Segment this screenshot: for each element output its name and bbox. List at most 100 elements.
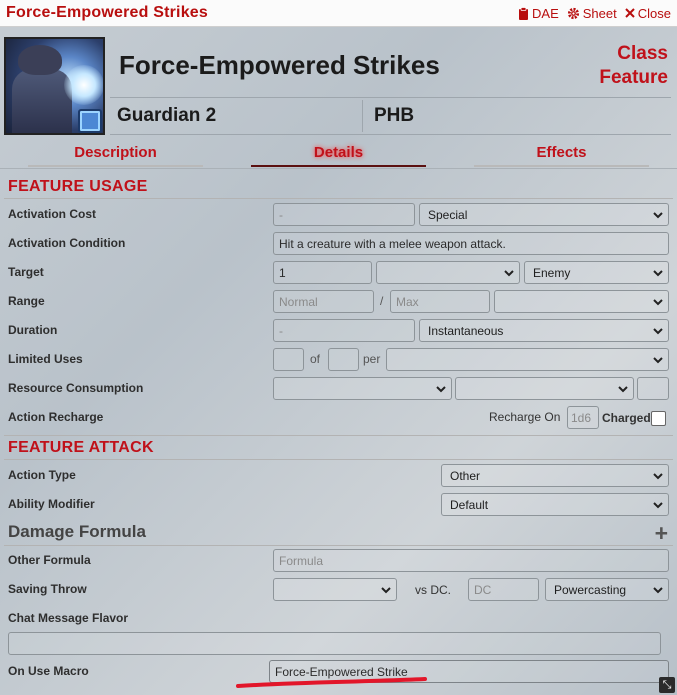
tab-details[interactable]: Details (251, 143, 426, 167)
dae-label: DAE (532, 5, 559, 21)
uses-per-text: per (363, 352, 381, 366)
ability-modifier-select[interactable]: Default (441, 493, 669, 516)
duration-value-input[interactable]: - (273, 319, 415, 342)
tab-description[interactable]: Description (28, 143, 203, 167)
duration-units-value: Instantaneous (428, 324, 504, 338)
consume-target-select[interactable] (455, 377, 634, 400)
charged-checkbox[interactable] (651, 411, 666, 426)
activation-cost-label: Activation Cost (8, 207, 97, 221)
duration-label: Duration (8, 323, 58, 337)
save-dc-input[interactable]: DC (468, 578, 539, 601)
other-formula-row: Other Formula Formula (8, 549, 670, 573)
other-formula-input[interactable]: Formula (273, 549, 669, 572)
action-type-select[interactable]: Other (441, 464, 669, 487)
item-type-line1: Class (617, 43, 668, 64)
chevron-down-icon (618, 386, 628, 393)
ability-modifier-label: Ability Modifier (8, 497, 95, 511)
chevron-down-icon (381, 587, 391, 594)
window-title: Force-Empowered Strikes (6, 4, 208, 21)
target-type-value: Enemy (533, 266, 571, 280)
uses-max-input[interactable] (328, 348, 359, 371)
sheet-tabs: Description Details Effects (0, 143, 677, 169)
chevron-down-icon (653, 299, 663, 306)
duration-row: Duration - Instantaneous (8, 319, 670, 343)
saving-throw-label: Saving Throw (8, 582, 87, 596)
tab-effects[interactable]: Effects (474, 143, 649, 167)
section-divider (4, 545, 673, 546)
uses-value-input[interactable] (273, 348, 304, 371)
range-label: Range (8, 294, 45, 308)
portrait-force-glow (64, 65, 103, 105)
tab-details-label: Details (313, 144, 364, 161)
range-separator: / (380, 294, 384, 308)
duration-units-select[interactable]: Instantaneous (419, 319, 669, 342)
range-row: Range Normal / Max (8, 290, 670, 314)
recharge-on-text: Recharge On (489, 410, 561, 424)
range-normal-input[interactable]: Normal (273, 290, 374, 313)
chevron-down-icon (653, 328, 663, 335)
gear-icon (567, 7, 579, 19)
divider (362, 100, 363, 132)
portrait-figure-hat (18, 45, 62, 75)
on-use-macro-input[interactable]: Force-Empowered Strike (269, 660, 669, 683)
window-header: Force-Empowered Strikes DAE Sheet Close (0, 0, 677, 27)
range-units-select[interactable] (494, 290, 669, 313)
activation-type-select[interactable]: Special (419, 203, 669, 226)
consume-type-select[interactable] (273, 377, 452, 400)
section-divider (4, 459, 673, 460)
dae-button[interactable]: DAE (518, 6, 559, 21)
range-max-input[interactable]: Max (390, 290, 490, 313)
action-type-row: Action Type Other (8, 464, 670, 488)
close-icon (625, 8, 635, 18)
requirements-field[interactable]: Guardian 2 (110, 105, 358, 127)
chevron-down-icon (653, 357, 663, 364)
source-field[interactable]: PHB (367, 105, 414, 127)
action-type-value: Other (450, 469, 481, 483)
chat-flavor-input[interactable] (8, 632, 661, 655)
action-recharge-label: Action Recharge (8, 410, 104, 424)
save-ability-select[interactable] (273, 578, 397, 601)
clipboard-icon (519, 6, 529, 20)
tab-description-label: Description (74, 144, 157, 161)
chevron-down-icon (436, 386, 446, 393)
activation-cost-row: Activation Cost - Special (8, 203, 670, 227)
target-type-select[interactable]: Enemy (524, 261, 669, 284)
ability-modifier-row: Ability Modifier Default (8, 493, 670, 517)
consume-amount-input[interactable] (637, 377, 669, 400)
target-label: Target (8, 265, 44, 279)
chevron-down-icon (653, 212, 663, 219)
target-units-select[interactable] (376, 261, 520, 284)
resource-consumption-row: Resource Consumption (8, 377, 670, 401)
save-scaling-select[interactable]: Powercasting (545, 578, 669, 601)
uses-period-select[interactable] (386, 348, 669, 371)
activation-condition-input[interactable]: Hit a creature with a melee weapon attac… (273, 232, 669, 255)
on-use-macro-row: On Use Macro Force-Empowered Strike (8, 660, 670, 684)
chevron-down-icon (504, 270, 514, 277)
feature-usage-heading: FEATURE USAGE (8, 178, 148, 195)
close-button[interactable]: Close (625, 6, 671, 21)
activation-condition-label: Activation Condition (8, 236, 126, 250)
portrait-figure-body (12, 69, 72, 133)
action-type-label: Action Type (8, 468, 76, 482)
ability-modifier-value: Default (450, 498, 489, 512)
on-use-macro-label: On Use Macro (8, 664, 89, 678)
resize-handle-icon[interactable]: ⤡ (659, 677, 675, 693)
feature-attack-heading: FEATURE ATTACK (8, 439, 154, 456)
chevron-down-icon (653, 587, 663, 594)
other-formula-label: Other Formula (8, 553, 91, 567)
chevron-down-icon (653, 502, 663, 509)
recharge-value-input[interactable]: 1d6 (567, 406, 599, 429)
tab-underline-active (251, 165, 426, 167)
shield-icon (78, 109, 102, 133)
activation-cost-input[interactable]: - (273, 203, 415, 226)
activation-condition-row: Activation Condition Hit a creature with… (8, 232, 670, 256)
add-damage-icon[interactable]: + (655, 520, 668, 547)
item-name[interactable]: Force-Empowered Strikes (119, 50, 440, 81)
saving-throw-row: Saving Throw vs DC. DC Powercasting (8, 578, 670, 602)
item-portrait[interactable] (4, 37, 105, 135)
sheet-button[interactable]: Sheet (567, 6, 617, 21)
action-recharge-row: Action Recharge Recharge On 1d6 Charged (8, 406, 670, 430)
tab-underline (28, 165, 203, 167)
vs-dc-text: vs DC. (415, 583, 451, 597)
target-value-input[interactable]: 1 (273, 261, 372, 284)
